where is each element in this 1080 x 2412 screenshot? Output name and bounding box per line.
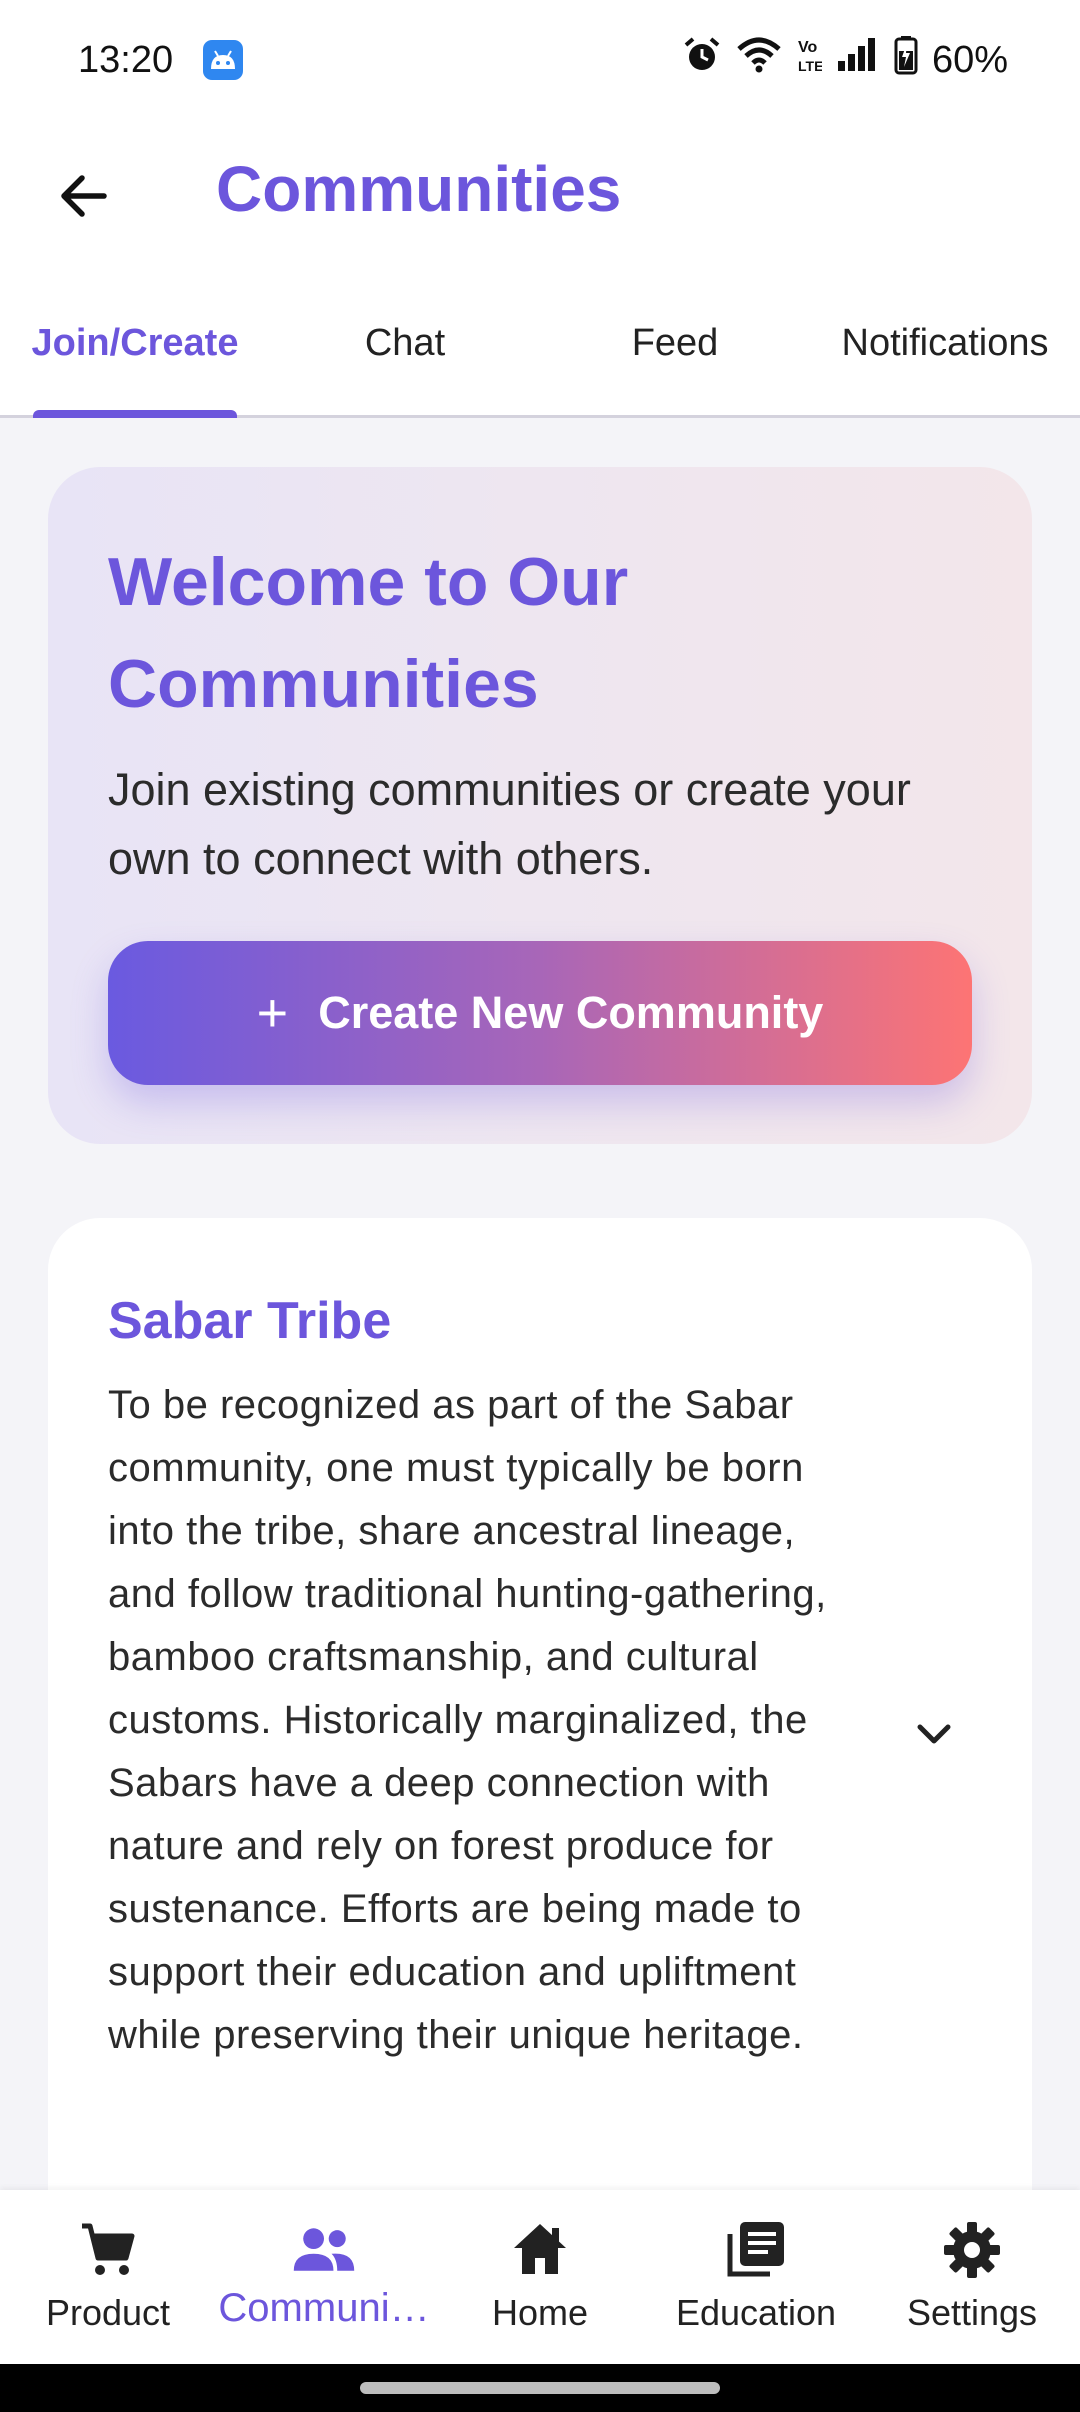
tab-join-create[interactable]: Join/Create [0, 322, 270, 382]
tab-bar: Join/Create Chat Feed Notifications [0, 260, 1080, 418]
create-community-button[interactable]: + Create New Community [108, 941, 972, 1085]
status-bar: 13:20 Vo LTE 60% [0, 0, 1080, 120]
svg-text:Vo: Vo [798, 39, 817, 56]
nav-label-product: Product [45, 2292, 171, 2333]
create-community-label: Create New Community [318, 987, 824, 1038]
nav-label-home: Home [491, 2292, 589, 2333]
plus-icon: + [256, 983, 289, 1043]
nav-product[interactable]: Product [0, 2190, 216, 2364]
nav-label-communities: Communi… [218, 2286, 430, 2330]
chevron-down-icon [917, 1724, 951, 1744]
gear-icon [938, 2216, 1006, 2284]
nav-label-settings: Settings [906, 2292, 1038, 2333]
wifi-icon [736, 35, 782, 85]
bottom-navigation: Product Communi… Home Education Settings [0, 2190, 1080, 2364]
status-left: 13:20 [78, 38, 244, 82]
welcome-title: Welcome to Our Communities [108, 544, 629, 722]
battery-icon [894, 35, 918, 85]
nav-settings[interactable]: Settings [864, 2190, 1080, 2364]
status-right: Vo LTE 60% [682, 35, 1008, 85]
community-name: Sabar Tribe [108, 1292, 392, 1350]
signal-icon [836, 35, 880, 85]
nav-education[interactable]: Education [648, 2190, 864, 2364]
cart-icon [74, 2216, 142, 2284]
tab-chat[interactable]: Chat [270, 322, 540, 382]
app-bar: Communities [0, 120, 1080, 260]
arrow-back-icon [61, 175, 107, 217]
back-button[interactable] [48, 160, 120, 232]
community-card[interactable]: Sabar Tribe To be recognized as part of … [48, 1218, 1032, 2278]
nav-home[interactable]: Home [432, 2190, 648, 2364]
expand-button[interactable] [902, 1702, 966, 1766]
active-tab-indicator [33, 410, 237, 418]
welcome-subtitle: Join existing communities or create your… [108, 764, 911, 884]
android-app-icon [203, 40, 244, 80]
nav-communities[interactable]: Communi… [216, 2190, 432, 2364]
svg-text:LTE: LTE [798, 58, 822, 74]
status-time: 13:20 [78, 38, 174, 81]
system-gesture-area [0, 2364, 1080, 2412]
volte-icon: Vo LTE [796, 35, 823, 85]
communities-screen: 13:20 Vo LTE 60% Communities Join/Create… [0, 0, 1080, 2412]
battery-percent: 60% [931, 38, 1008, 81]
tab-feed[interactable]: Feed [540, 322, 810, 382]
people-icon [290, 2216, 358, 2284]
page-title: Communities [216, 153, 622, 225]
tab-notifications[interactable]: Notifications [810, 322, 1080, 382]
home-icon [506, 2216, 574, 2284]
library-books-icon [722, 2216, 790, 2284]
alarm-icon [682, 35, 722, 85]
community-description: To be recognized as part of the Sabar co… [108, 1383, 827, 2057]
nav-label-education: Education [675, 2292, 837, 2333]
home-gesture-handle[interactable] [360, 2382, 720, 2394]
welcome-card: Welcome to Our Communities Join existing… [48, 467, 1032, 1144]
